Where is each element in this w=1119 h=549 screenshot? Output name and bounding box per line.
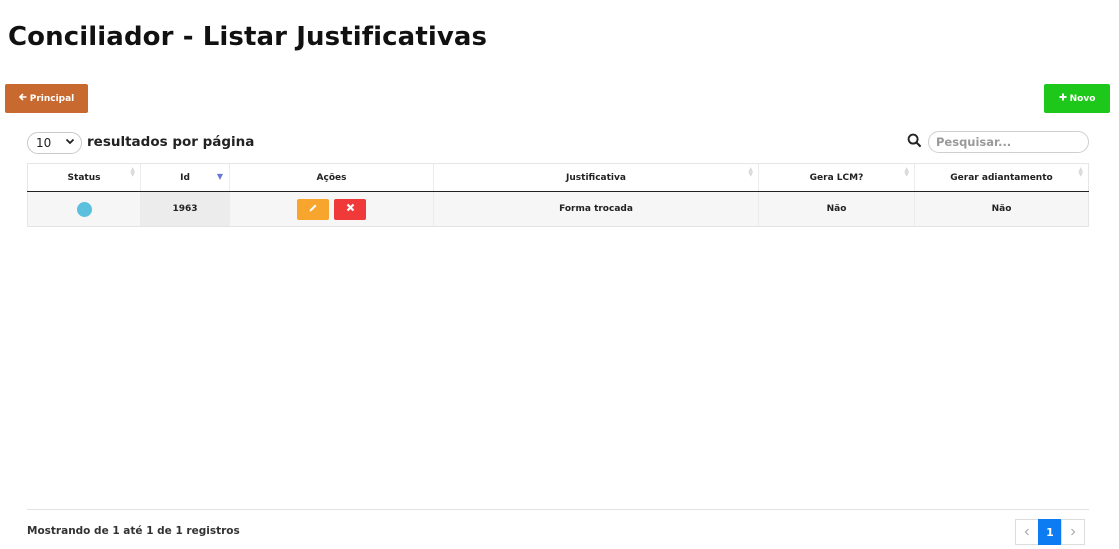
chevron-left-icon bbox=[1023, 526, 1031, 539]
page-title: Conciliador - Listar Justificativas bbox=[8, 22, 488, 52]
sort-icon: ▲ ▼ bbox=[130, 166, 135, 178]
principal-button[interactable]: Principal bbox=[5, 84, 88, 113]
table-header-row: Status ▲ ▼ Id ▼ Ações Justificativa ▲ ▼ Ge… bbox=[27, 163, 1089, 192]
column-header-label: Gerar adiantamento bbox=[950, 172, 1053, 183]
column-header-gera-lcm[interactable]: Gera LCM? ▲ ▼ bbox=[758, 163, 915, 192]
status-indicator bbox=[76, 201, 92, 217]
justificativas-table: Status ▲ ▼ Id ▼ Ações Justificativa ▲ ▼ Ge… bbox=[27, 163, 1089, 227]
previous-page-button[interactable] bbox=[1015, 519, 1039, 545]
gera-lcm-cell: Não bbox=[758, 191, 915, 227]
table-info: Mostrando de 1 até 1 de 1 registros bbox=[27, 525, 240, 537]
close-icon bbox=[346, 203, 355, 215]
sort-icon: ▲ ▼ bbox=[1078, 166, 1083, 178]
column-header-label: Id bbox=[180, 172, 190, 183]
delete-button[interactable] bbox=[334, 198, 367, 220]
footer-divider bbox=[27, 509, 1089, 510]
pagination: 1 bbox=[1015, 519, 1085, 545]
arrow-left-icon bbox=[18, 93, 27, 104]
column-header-acoes: Ações bbox=[229, 163, 434, 192]
sort-icon: ▲ ▼ bbox=[748, 166, 753, 178]
column-header-label: Gera LCM? bbox=[809, 172, 864, 183]
justificativa-cell: Forma trocada bbox=[433, 191, 759, 227]
column-header-label: Status bbox=[67, 172, 101, 183]
column-header-justificativa[interactable]: Justificativa ▲ ▼ bbox=[433, 163, 759, 192]
novo-label: Novo bbox=[1069, 93, 1096, 104]
next-page-button[interactable] bbox=[1061, 519, 1085, 545]
page-length-select[interactable]: 10 bbox=[27, 132, 82, 154]
column-header-gerar-adiantamento[interactable]: Gerar adiantamento ▲ ▼ bbox=[914, 163, 1089, 192]
sort-descending-icon: ▼ bbox=[216, 172, 223, 181]
page-length-value: 10 bbox=[36, 136, 52, 150]
search-icon bbox=[907, 133, 923, 149]
pencil-icon bbox=[308, 203, 318, 216]
principal-label: Principal bbox=[29, 93, 75, 104]
gerar-adiantamento-cell: Não bbox=[914, 191, 1089, 227]
search-input[interactable] bbox=[928, 131, 1089, 153]
chevron-down-icon bbox=[65, 136, 75, 149]
novo-button[interactable]: Novo bbox=[1044, 84, 1110, 113]
column-header-status[interactable]: Status ▲ ▼ bbox=[27, 163, 141, 192]
plus-icon bbox=[1059, 93, 1067, 104]
edit-button[interactable] bbox=[296, 198, 329, 220]
id-cell: 1963 bbox=[140, 191, 230, 227]
status-cell bbox=[27, 191, 141, 227]
table-row: 1963 Forma trocada Não Não bbox=[27, 191, 1089, 227]
actions-cell bbox=[229, 191, 434, 227]
sort-icon: ▲ ▼ bbox=[904, 166, 909, 178]
page-button-1[interactable]: 1 bbox=[1038, 519, 1062, 545]
column-header-label: Justificativa bbox=[566, 172, 626, 183]
page-length-label: resultados por página bbox=[87, 134, 255, 150]
column-header-id[interactable]: Id ▼ bbox=[140, 163, 230, 192]
column-header-label: Ações bbox=[316, 172, 347, 183]
chevron-right-icon bbox=[1069, 526, 1077, 539]
